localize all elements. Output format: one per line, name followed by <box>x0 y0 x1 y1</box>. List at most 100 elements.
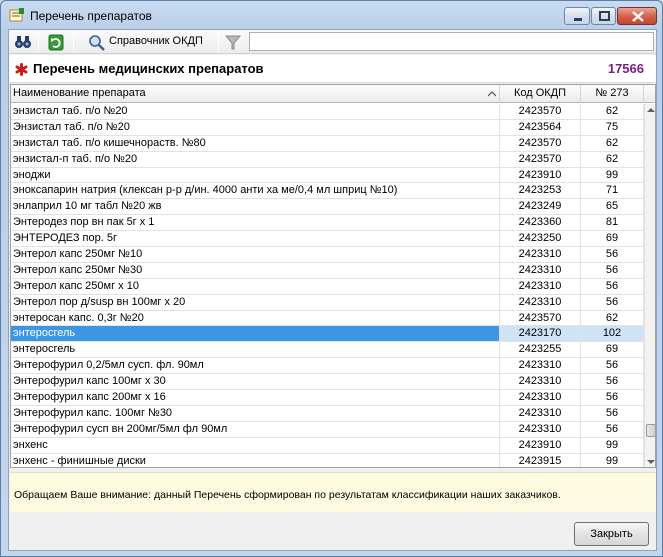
cell-okdp-code: 2423310 <box>500 421 581 437</box>
table-row[interactable]: эноджи 2423910 99 <box>11 167 644 184</box>
column-header-okdp[interactable]: Код ОКДП <box>500 85 581 103</box>
scroll-down-icon[interactable] <box>647 459 655 465</box>
table-body: энзистал таб. п/о №20 2423570 62 Энзистал т… <box>11 104 644 467</box>
minimize-icon <box>574 18 582 21</box>
cell-drug-name: Энтерофурил капс 200мг х 16 <box>11 390 500 406</box>
cell-273: 62 <box>581 310 644 326</box>
cell-okdp-code: 2423910 <box>500 167 581 183</box>
cell-okdp-code: 2423915 <box>500 453 581 467</box>
maximize-icon <box>599 11 610 21</box>
cell-273: 69 <box>581 342 644 358</box>
cell-drug-name: Энтерофурил капс. 100мг №30 <box>11 405 500 421</box>
cell-okdp-code: 2423310 <box>500 390 581 406</box>
filter-icon <box>224 35 242 50</box>
table-row[interactable]: энтеросан капс. 0,3г №20 2423570 62 <box>11 310 644 327</box>
cell-drug-name: энлаприл 10 мг табл №20 жв <box>11 199 500 215</box>
cell-273: 62 <box>581 151 644 167</box>
cell-273: 81 <box>581 215 644 231</box>
table-row[interactable]: энтеросгель 2423255 69 <box>11 342 644 359</box>
asterisk-icon <box>15 63 28 76</box>
cell-drug-name: Энтерофурил сусп вн 200мг/5мл фл 90мл <box>11 421 500 437</box>
find-button[interactable] <box>12 32 34 52</box>
table-row[interactable]: Энтерофурил 0,2/5мл сусп. фл. 90мл 242331… <box>11 358 644 375</box>
title-bar[interactable]: Перечень препаратов <box>1 1 662 29</box>
cell-drug-name: энзистал таб. п/о №20 <box>11 104 500 119</box>
cell-273: 56 <box>581 405 644 421</box>
table-row[interactable]: энтеросгель 2423170 102 <box>11 326 644 343</box>
drugs-table: Наименование препарата Код ОКДП № 273 эн… <box>10 84 656 468</box>
cell-drug-name: Энтерофурил капс 100мг х 30 <box>11 374 500 390</box>
table-row[interactable]: энзистал таб. п/о №20 2423570 62 <box>11 104 644 120</box>
close-button[interactable]: Закрыть <box>574 522 649 546</box>
table-row[interactable]: Энтерол капс 250мг №10 2423310 56 <box>11 247 644 263</box>
table-row[interactable]: энхенс - финишные диски 2423915 99 <box>11 453 644 467</box>
cell-okdp-code: 2423570 <box>500 135 581 151</box>
toolbar-separator <box>218 33 219 51</box>
filter-button[interactable] <box>223 32 243 52</box>
toolbar-separator <box>38 33 39 51</box>
cell-drug-name: эноксапарин натрия (клексан р-р д/ин. 40… <box>11 183 500 199</box>
toolbar-separator <box>73 33 74 51</box>
vertical-scrollbar[interactable] <box>644 104 655 467</box>
table-row[interactable]: Энтерофурил капс 200мг х 16 2423310 56 <box>11 390 644 406</box>
maximize-button[interactable] <box>591 7 616 25</box>
cell-273: 56 <box>581 421 644 437</box>
table-row[interactable]: Энтерол пор д/susp вн 100мг х 20 2423310 5… <box>11 294 644 311</box>
app-icon <box>9 8 24 22</box>
table-row[interactable]: Энтерофурил капс. 100мг №30 2423310 56 <box>11 405 644 422</box>
cell-273: 56 <box>581 278 644 294</box>
cell-273: 56 <box>581 374 644 390</box>
okdp-reference-button[interactable]: Справочник ОКДП <box>87 32 212 52</box>
cell-okdp-code: 2423255 <box>500 342 581 358</box>
cell-drug-name: энзистал таб. п/о кишечнораств. №80 <box>11 135 500 151</box>
table-row[interactable]: Энзистал таб. п/о №20 2423564 75 <box>11 119 644 136</box>
cell-273: 99 <box>581 167 644 183</box>
close-icon <box>632 11 644 22</box>
cell-okdp-code: 2423310 <box>500 262 581 278</box>
cell-drug-name: Энтерофурил 0,2/5мл сусп. фл. 90мл <box>11 358 500 374</box>
window-title: Перечень препаратов <box>30 9 152 23</box>
table-header: Наименование препарата Код ОКДП № 273 <box>11 85 655 103</box>
cell-drug-name: энхенс - финишные диски <box>11 453 500 467</box>
cell-273: 69 <box>581 231 644 247</box>
cell-273: 56 <box>581 262 644 278</box>
notice-text: Обращаем Ваше внимание: данный Перечень … <box>14 489 561 501</box>
cell-okdp-code: 2423360 <box>500 215 581 231</box>
table-row[interactable]: Энтерофурил сусп вн 200мг/5мл фл 90мл 242… <box>11 421 644 438</box>
cell-273: 71 <box>581 183 644 199</box>
table-row[interactable]: Энтерол капс 250мг х 10 2423310 56 <box>11 278 644 295</box>
scroll-up-icon[interactable] <box>647 107 655 113</box>
cell-okdp-code: 2423310 <box>500 294 581 310</box>
table-row[interactable]: ЭНТЕРОДЕЗ пор. 5г 2423250 69 <box>11 231 644 248</box>
table-row[interactable]: энхенс 2423910 99 <box>11 437 644 454</box>
table-row[interactable]: энлаприл 10 мг табл №20 жв 2423249 65 <box>11 199 644 216</box>
close-window-button[interactable] <box>617 7 657 25</box>
list-header: Перечень медицинских препаратов 17566 <box>9 55 656 83</box>
minimize-button[interactable] <box>564 7 590 25</box>
notice-panel: Обращаем Ваше внимание: данный Перечень … <box>10 472 656 512</box>
table-row[interactable]: энзистал-п таб. п/о №20 2423570 62 <box>11 151 644 168</box>
cell-drug-name: эноджи <box>11 167 500 183</box>
cell-273: 56 <box>581 294 644 310</box>
cell-drug-name: ЭНТЕРОДЕЗ пор. 5г <box>11 231 500 247</box>
search-input[interactable] <box>249 32 654 51</box>
refresh-button[interactable] <box>45 32 67 52</box>
cell-273: 99 <box>581 453 644 467</box>
cell-okdp-code: 2423564 <box>500 119 581 135</box>
table-row[interactable]: энзистал таб. п/о кишечнораств. №80 24235… <box>11 135 644 152</box>
cell-okdp-code: 2423310 <box>500 358 581 374</box>
column-header-name[interactable]: Наименование препарата <box>11 85 500 103</box>
cell-drug-name: энтеросгель <box>11 342 500 358</box>
table-row[interactable]: Энтерофурил капс 100мг х 30 2423310 56 <box>11 374 644 391</box>
table-row[interactable]: эноксапарин натрия (клексан р-р д/ин. 40… <box>11 183 644 200</box>
binoculars-icon <box>15 36 31 48</box>
cell-273: 62 <box>581 135 644 151</box>
cell-okdp-code: 2423310 <box>500 405 581 421</box>
client-area: Справочник ОКДП Перечень медицинских пре… <box>8 29 657 551</box>
cell-273: 56 <box>581 247 644 263</box>
cell-drug-name: энзистал-п таб. п/о №20 <box>11 151 500 167</box>
table-row[interactable]: Энтеродез пор вн пак 5г х 1 2423360 81 <box>11 215 644 232</box>
scrollbar-thumb[interactable] <box>646 424 655 437</box>
column-header-273[interactable]: № 273 <box>581 85 644 103</box>
table-row[interactable]: Энтерол капс 250мг №30 2423310 56 <box>11 262 644 279</box>
